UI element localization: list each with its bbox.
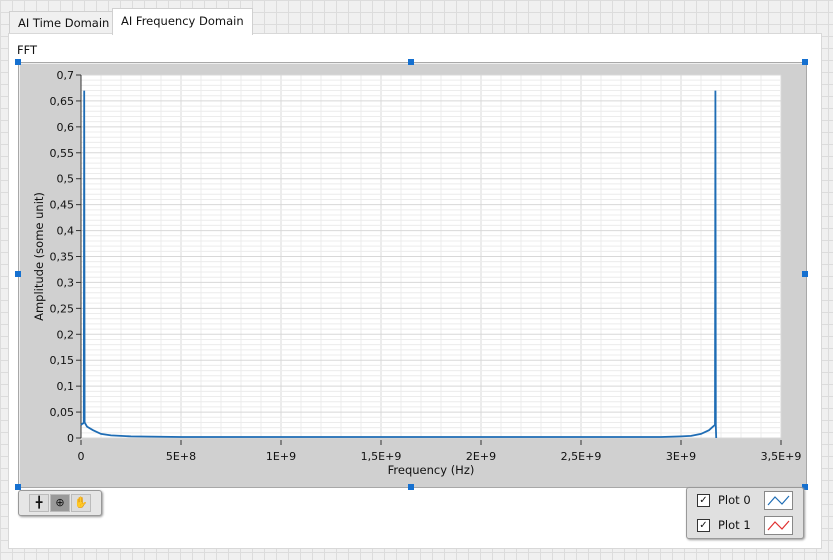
checkbox-icon[interactable]: ✓: [697, 518, 710, 532]
cursor-move-icon[interactable]: ╋: [29, 494, 49, 512]
x-tick-label: 2,5E+9: [561, 450, 602, 463]
y-tick-label: 0,65: [50, 95, 75, 108]
legend-label: Plot 1: [718, 518, 751, 532]
x-tick-label: 3,5E+9: [761, 450, 802, 463]
y-tick-label: 0,55: [50, 147, 75, 160]
legend-item-plot-1[interactable]: ✓ Plot 1: [697, 516, 751, 534]
x-tick-label: 0: [78, 450, 85, 463]
x-tick-label: 3E+9: [666, 450, 696, 463]
y-tick-label: 0: [67, 432, 74, 445]
y-tick-label: 0,25: [50, 302, 75, 315]
y-tick-label: 0,4: [57, 225, 75, 238]
legend-item-plot-0[interactable]: ✓ Plot 0: [697, 491, 751, 509]
tab-ai-frequency-domain[interactable]: AI Frequency Domain: [112, 8, 253, 35]
resize-handle[interactable]: [15, 59, 21, 65]
y-tick-label: 0,35: [50, 251, 75, 264]
y-tick-label: 0,05: [50, 406, 75, 419]
x-tick-label: 1E+9: [266, 450, 296, 463]
graph-label: FFT: [17, 43, 38, 57]
plot-0-swatch[interactable]: [764, 491, 793, 510]
graph-palette: ╋ ⊕ ✋: [18, 490, 102, 516]
y-tick-label: 0,1: [57, 380, 75, 393]
resize-handle[interactable]: [802, 271, 808, 277]
legend-label: Plot 0: [718, 493, 751, 507]
x-tick-label: 1,5E+9: [361, 450, 402, 463]
y-tick-label: 0,45: [50, 199, 75, 212]
plot-legend: ✓ Plot 0 ✓ Plot 1: [686, 487, 804, 539]
resize-handle[interactable]: [408, 484, 414, 490]
y-tick-label: 0,3: [57, 276, 75, 289]
fft-chart: 0 0,05 0,1 0,15 0,2 0,25 0,3 0,35 0,4 0,45 0,5 0,55…: [32, 69, 802, 477]
resize-handle[interactable]: [408, 59, 414, 65]
fft-graph[interactable]: 0 0,05 0,1 0,15 0,2 0,25 0,3 0,35 0,4 0,45 0,5 0,55…: [18, 62, 807, 488]
resize-handle[interactable]: [15, 271, 21, 277]
x-tick-label: 2E+9: [466, 450, 496, 463]
plot-1-swatch[interactable]: [764, 516, 793, 535]
x-tick-label: 5E+8: [166, 450, 196, 463]
y-tick-label: 0,15: [50, 354, 75, 367]
y-tick-label: 0,6: [57, 121, 75, 134]
checkbox-icon[interactable]: ✓: [697, 493, 710, 507]
zoom-icon[interactable]: ⊕: [50, 494, 70, 512]
y-tick-label: 0,2: [57, 328, 75, 341]
y-tick-label: 0,7: [57, 69, 75, 82]
tab-ai-time-domain[interactable]: AI Time Domain: [9, 11, 119, 34]
resize-handle[interactable]: [802, 59, 808, 65]
x-axis-label: Frequency (Hz): [388, 463, 475, 477]
y-tick-label: 0,5: [57, 173, 75, 186]
y-axis-label: Amplitude (some unit): [32, 192, 46, 321]
pan-hand-icon[interactable]: ✋: [71, 494, 91, 512]
